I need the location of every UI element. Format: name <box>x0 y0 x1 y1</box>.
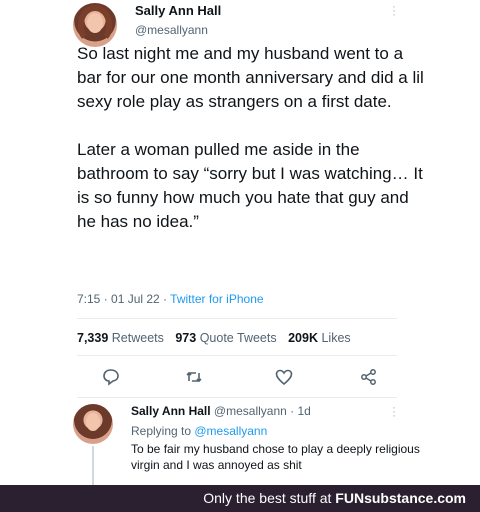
share-icon[interactable] <box>359 367 379 387</box>
divider <box>77 318 397 319</box>
replying-to: Replying to @mesallyann <box>131 424 268 438</box>
action-bar <box>0 367 480 387</box>
author-handle[interactable]: @mesallyann <box>135 23 208 37</box>
reply-author-handle[interactable]: @mesallyann · 1d <box>214 404 311 418</box>
tweet-stats: 7,339 Retweets 973 Quote Tweets 209K Lik… <box>77 331 351 345</box>
tweet-text: So last night me and my husband went to … <box>77 44 424 231</box>
retweet-icon[interactable] <box>184 367 204 387</box>
reply-avatar[interactable] <box>73 404 113 444</box>
tweet-source[interactable]: Twitter for iPhone <box>170 292 263 306</box>
avatar[interactable] <box>73 3 117 47</box>
more-options-icon[interactable]: · · · <box>392 0 398 20</box>
replying-to-mention[interactable]: @mesallyann <box>194 424 267 438</box>
quotes-stat[interactable]: 973 Quote Tweets <box>175 331 276 345</box>
banner-brand[interactable]: FUNsubstance.com <box>335 490 466 506</box>
reply-more-options-icon[interactable]: · · · <box>392 401 398 421</box>
divider <box>77 397 397 398</box>
like-icon[interactable] <box>274 367 294 387</box>
reply-text: To be fair my husband chose to play a de… <box>131 442 420 472</box>
watermark-banner: Only the best stuff at FUNsubstance.com <box>0 485 480 512</box>
reply-author-name[interactable]: Sally Ann Hall <box>131 404 211 418</box>
retweets-stat[interactable]: 7,339 Retweets <box>77 331 164 345</box>
reply-author: Sally Ann Hall @mesallyann · 1d <box>131 404 311 418</box>
author-name[interactable]: Sally Ann Hall <box>135 3 221 18</box>
tweet-meta: 7:15 · 01 Jul 22 · Twitter for iPhone <box>77 292 264 306</box>
likes-stat[interactable]: 209K Likes <box>288 331 351 345</box>
banner-text: Only the best stuff at <box>203 490 336 506</box>
tweet-timestamp[interactable]: 7:15 · 01 Jul 22 · <box>77 292 170 306</box>
reply-icon[interactable] <box>101 367 121 387</box>
divider <box>77 355 397 356</box>
thread-line <box>92 446 94 486</box>
